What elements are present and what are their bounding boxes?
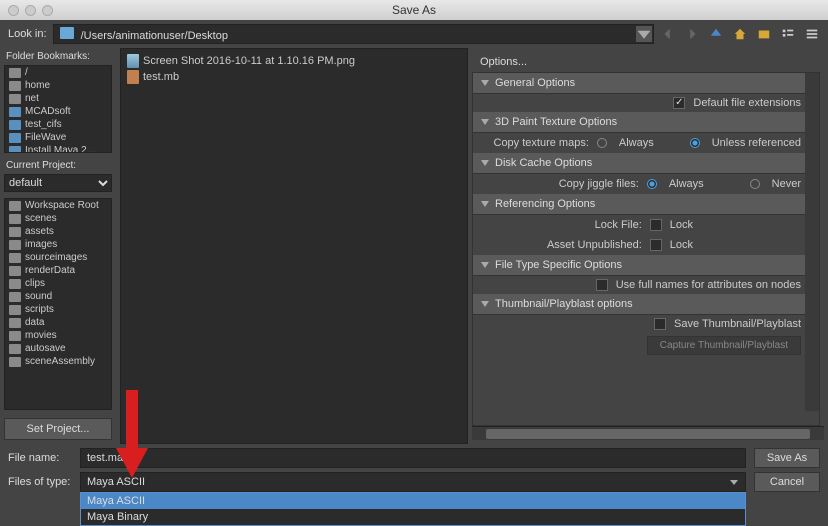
folder-icon bbox=[60, 27, 74, 39]
options-column: Options... General Options Default file … bbox=[472, 48, 828, 444]
tree-item[interactable]: sourceimages bbox=[5, 251, 111, 264]
look-in-label: Look in: bbox=[8, 28, 47, 40]
bookmark-item[interactable]: test_cifs bbox=[5, 118, 111, 131]
left-column: Folder Bookmarks: / home net MCADsoft te… bbox=[0, 48, 116, 444]
always-radio[interactable] bbox=[597, 138, 607, 148]
path-dropdown-button[interactable] bbox=[636, 26, 652, 42]
copy-texture-label: Copy texture maps: bbox=[494, 137, 589, 149]
options-label: Options... bbox=[472, 52, 824, 72]
full-names-label: Use full names for attributes on nodes bbox=[616, 279, 801, 291]
path-input[interactable]: /Users/animationuser/Desktop bbox=[53, 24, 654, 44]
filetype-select[interactable]: Maya ASCII bbox=[80, 472, 746, 492]
forward-icon[interactable] bbox=[684, 26, 700, 42]
path-row: Look in: /Users/animationuser/Desktop bbox=[0, 20, 828, 48]
lock-file-checkbox[interactable] bbox=[650, 219, 662, 231]
asset-unpub-label: Asset Unpublished: bbox=[547, 239, 642, 251]
chevron-down-icon bbox=[481, 201, 489, 207]
filetype-option-ascii[interactable]: Maya ASCII bbox=[81, 493, 745, 509]
bookmark-item[interactable]: FileWave bbox=[5, 131, 111, 144]
window-controls bbox=[8, 5, 53, 16]
unless-ref-radio[interactable] bbox=[690, 138, 700, 148]
jiggle-never-radio[interactable] bbox=[750, 179, 760, 189]
list-view-icon[interactable] bbox=[780, 26, 796, 42]
tree-item[interactable]: scripts bbox=[5, 303, 111, 316]
general-options-header[interactable]: General Options bbox=[473, 73, 819, 94]
set-project-button[interactable]: Set Project... bbox=[4, 418, 112, 440]
new-folder-icon[interactable] bbox=[756, 26, 772, 42]
chevron-down-icon bbox=[481, 301, 489, 307]
bookmarks-list[interactable]: / home net MCADsoft test_cifs FileWave I… bbox=[4, 65, 112, 153]
cancel-button[interactable]: Cancel bbox=[754, 472, 820, 492]
detail-view-icon[interactable] bbox=[804, 26, 820, 42]
tree-item[interactable]: sceneAssembly bbox=[5, 355, 111, 368]
tree-item[interactable]: images bbox=[5, 238, 111, 251]
tree-item[interactable]: renderData bbox=[5, 264, 111, 277]
lock-file-label: Lock File: bbox=[595, 219, 642, 231]
asset-unpub-checkbox[interactable] bbox=[650, 239, 662, 251]
project-tree[interactable]: Workspace Root scenes assets images sour… bbox=[4, 198, 112, 410]
bookmark-item[interactable]: Install Maya 2... bbox=[5, 144, 111, 153]
bookmark-item[interactable]: net bbox=[5, 92, 111, 105]
tree-item[interactable]: clips bbox=[5, 277, 111, 290]
options-panel[interactable]: General Options Default file extensions … bbox=[472, 72, 820, 426]
file-item[interactable]: test.mb bbox=[125, 69, 463, 85]
filename-input[interactable] bbox=[80, 448, 746, 468]
close-window-button[interactable] bbox=[8, 5, 19, 16]
bottom-panel: File name: Save As Files of type: Maya A… bbox=[0, 444, 828, 500]
save-thumb-checkbox[interactable] bbox=[654, 318, 666, 330]
chevron-down-icon bbox=[481, 80, 489, 86]
tree-item[interactable]: sound bbox=[5, 290, 111, 303]
current-project-label: Current Project: bbox=[0, 157, 116, 174]
disk-cache-header[interactable]: Disk Cache Options bbox=[473, 153, 819, 174]
bookmark-item[interactable]: / bbox=[5, 66, 111, 79]
filename-label: File name: bbox=[8, 452, 72, 464]
capture-thumb-button: Capture Thumbnail/Playblast bbox=[647, 336, 801, 355]
home-icon[interactable] bbox=[732, 26, 748, 42]
minimize-window-button[interactable] bbox=[25, 5, 36, 16]
save-thumb-label: Save Thumbnail/Playblast bbox=[674, 318, 801, 330]
copy-jiggle-label: Copy jiggle files: bbox=[559, 178, 639, 190]
full-names-checkbox[interactable] bbox=[596, 279, 608, 291]
chevron-down-icon bbox=[481, 262, 489, 268]
referencing-header[interactable]: Referencing Options bbox=[473, 194, 819, 215]
up-icon[interactable] bbox=[708, 26, 724, 42]
zoom-window-button[interactable] bbox=[42, 5, 53, 16]
bookmark-item[interactable]: home bbox=[5, 79, 111, 92]
project-select[interactable]: default bbox=[4, 174, 112, 192]
jiggle-always-radio[interactable] bbox=[647, 179, 657, 189]
tree-item[interactable]: autosave bbox=[5, 342, 111, 355]
path-text: /Users/animationuser/Desktop bbox=[81, 30, 228, 42]
filetype-dropdown[interactable]: Maya ASCII Maya Binary bbox=[80, 492, 746, 526]
thumbnail-header[interactable]: Thumbnail/Playblast options bbox=[473, 294, 819, 315]
filetype-option-binary[interactable]: Maya Binary bbox=[81, 509, 745, 525]
paint-options-header[interactable]: 3D Paint Texture Options bbox=[473, 112, 819, 133]
save-as-button[interactable]: Save As bbox=[754, 448, 820, 468]
window-title: Save As bbox=[392, 3, 436, 17]
titlebar: Save As bbox=[0, 0, 828, 20]
options-scrollbar-h[interactable] bbox=[472, 426, 824, 440]
bookmark-item[interactable]: MCADsoft bbox=[5, 105, 111, 118]
default-ext-label: Default file extensions bbox=[693, 97, 801, 109]
filetype-label: Files of type: bbox=[8, 476, 72, 488]
bookmarks-label: Folder Bookmarks: bbox=[0, 48, 116, 65]
maya-file-icon bbox=[127, 70, 139, 84]
chevron-down-icon bbox=[481, 160, 489, 166]
options-scrollbar-v[interactable] bbox=[805, 73, 819, 411]
tree-item[interactable]: assets bbox=[5, 225, 111, 238]
chevron-down-icon bbox=[729, 477, 739, 487]
back-icon[interactable] bbox=[660, 26, 676, 42]
tree-item[interactable]: Workspace Root bbox=[5, 199, 111, 212]
file-list[interactable]: Screen Shot 2016-10-11 at 1.10.16 PM.png… bbox=[120, 48, 468, 444]
image-file-icon bbox=[127, 54, 139, 68]
file-item[interactable]: Screen Shot 2016-10-11 at 1.10.16 PM.png bbox=[125, 53, 463, 69]
chevron-down-icon bbox=[481, 119, 489, 125]
tree-item[interactable]: movies bbox=[5, 329, 111, 342]
toolbar-icons bbox=[660, 26, 820, 42]
tree-item[interactable]: scenes bbox=[5, 212, 111, 225]
filetype-specific-header[interactable]: File Type Specific Options bbox=[473, 255, 819, 276]
tree-item[interactable]: data bbox=[5, 316, 111, 329]
default-ext-checkbox[interactable] bbox=[673, 97, 685, 109]
